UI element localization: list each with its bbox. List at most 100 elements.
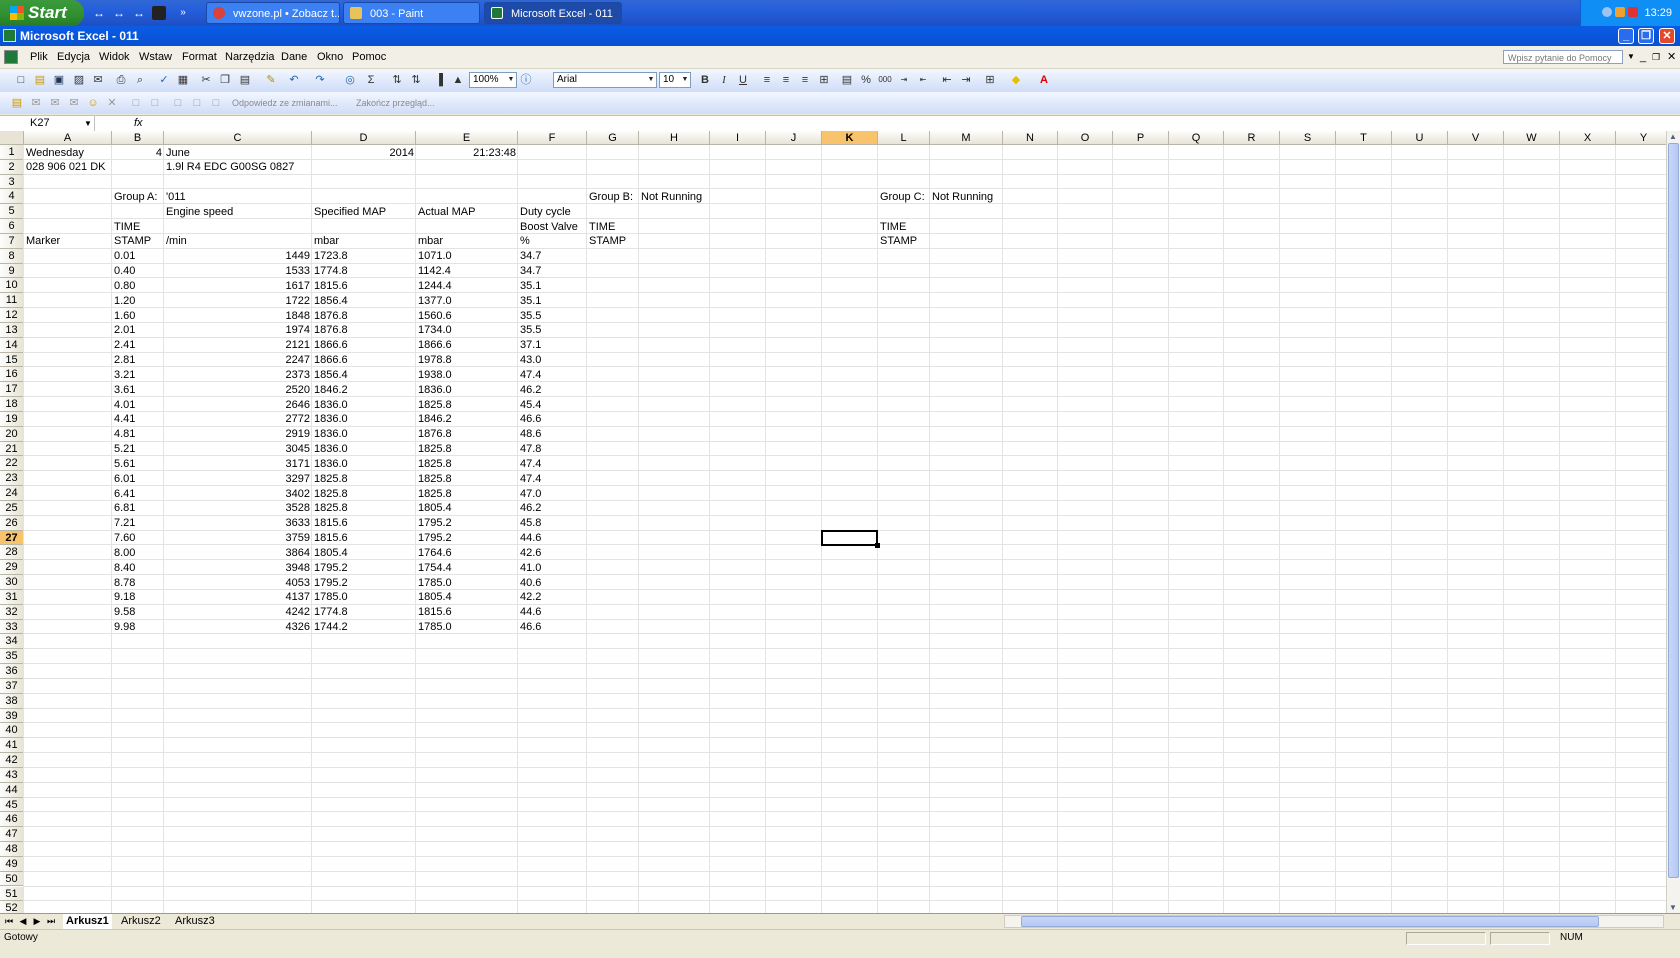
- review-folder-icon[interactable]: ▤: [10, 96, 24, 110]
- prev-sheet-icon[interactable]: ◀: [17, 915, 29, 927]
- row-header[interactable]: 10: [0, 278, 24, 294]
- cell-b19[interactable]: 4.41: [112, 412, 137, 426]
- italic-button[interactable]: I: [717, 73, 731, 87]
- cell-c11[interactable]: 1722: [164, 294, 312, 308]
- column-header-m[interactable]: M: [930, 131, 1003, 145]
- column-header-l[interactable]: L: [878, 131, 930, 145]
- cell-c17[interactable]: 2520: [164, 383, 312, 397]
- font-size-select[interactable]: 10 ▼: [659, 72, 691, 88]
- row-header[interactable]: 5: [0, 204, 24, 220]
- cell-e27[interactable]: 1795.2: [416, 531, 454, 545]
- cell-e8[interactable]: 1071.0: [416, 249, 454, 263]
- row-header[interactable]: 17: [0, 382, 24, 398]
- cell-m4[interactable]: Not Running: [930, 190, 995, 204]
- cell-c4[interactable]: '011: [164, 190, 188, 204]
- cell-f7[interactable]: %: [518, 234, 532, 248]
- cell-f30[interactable]: 40.6: [518, 576, 543, 590]
- menu-wstaw[interactable]: Wstaw: [139, 46, 172, 68]
- cell-b15[interactable]: 2.81: [112, 353, 137, 367]
- cell-f10[interactable]: 35.1: [518, 279, 543, 293]
- cell-d29[interactable]: 1795.2: [312, 561, 350, 575]
- cell-f29[interactable]: 41.0: [518, 561, 543, 575]
- menu-okno[interactable]: Okno: [317, 46, 343, 68]
- decrease-decimal-icon[interactable]: ⇤: [916, 73, 930, 87]
- cell-f25[interactable]: 46.2: [518, 501, 543, 515]
- row-header[interactable]: 31: [0, 589, 24, 605]
- cell-c18[interactable]: 2646: [164, 398, 312, 412]
- cell-d31[interactable]: 1785.0: [312, 590, 350, 604]
- cell-f16[interactable]: 47.4: [518, 368, 543, 382]
- cell-c25[interactable]: 3528: [164, 501, 312, 515]
- cell-f5[interactable]: Duty cycle: [518, 205, 573, 219]
- cell-e29[interactable]: 1754.4: [416, 561, 454, 575]
- row-header[interactable]: 49: [0, 856, 24, 872]
- cell-f24[interactable]: 47.0: [518, 487, 543, 501]
- cell-b32[interactable]: 9.58: [112, 605, 137, 619]
- print-preview-icon[interactable]: ⌕: [133, 73, 147, 87]
- cell-l7[interactable]: STAMP: [878, 234, 919, 248]
- cell-f17[interactable]: 46.2: [518, 383, 543, 397]
- sort-descending-icon[interactable]: ⇅: [409, 73, 423, 87]
- print-icon[interactable]: ⎙: [114, 73, 128, 87]
- cell-f27[interactable]: 44.6: [518, 531, 543, 545]
- cell-b4[interactable]: Group A:: [112, 190, 159, 204]
- cell-d30[interactable]: 1795.2: [312, 576, 350, 590]
- cell-e20[interactable]: 1876.8: [416, 427, 454, 441]
- cell-f32[interactable]: 44.6: [518, 605, 543, 619]
- cell-f6[interactable]: Boost Valve: [518, 220, 580, 234]
- bold-button[interactable]: B: [698, 73, 712, 87]
- start-button[interactable]: Start: [0, 0, 84, 26]
- decrease-indent-icon[interactable]: ⇤: [940, 73, 954, 87]
- cell-b10[interactable]: 0.80: [112, 279, 137, 293]
- cell-d27[interactable]: 1815.6: [312, 531, 350, 545]
- spreadsheet-grid[interactable]: ABCDEFGHIJKLMNOPQRSTUVWXY 1 2 3 4 5 6 7 8 9 10 11 1…: [0, 131, 1666, 914]
- column-header-p[interactable]: P: [1113, 131, 1169, 145]
- row-header[interactable]: 50: [0, 871, 24, 887]
- row-header[interactable]: 15: [0, 352, 24, 368]
- cell-e14[interactable]: 1866.6: [416, 338, 454, 352]
- cell-d16[interactable]: 1856.4: [312, 368, 350, 382]
- cell-e16[interactable]: 1938.0: [416, 368, 454, 382]
- row-header[interactable]: 27: [0, 530, 24, 546]
- cell-c2[interactable]: 1.9l R4 EDC G00SG 0827: [164, 160, 296, 174]
- row-header[interactable]: 32: [0, 604, 24, 620]
- cell-b31[interactable]: 9.18: [112, 590, 137, 604]
- cell-e31[interactable]: 1805.4: [416, 590, 454, 604]
- doc-minimize-button[interactable]: _: [1640, 46, 1646, 68]
- row-header[interactable]: 47: [0, 827, 24, 842]
- row-header[interactable]: 37: [0, 678, 24, 694]
- cell-d15[interactable]: 1866.6: [312, 353, 350, 367]
- cell-d14[interactable]: 1866.6: [312, 338, 350, 352]
- cell-d24[interactable]: 1825.8: [312, 487, 350, 501]
- cell-g7[interactable]: STAMP: [587, 234, 628, 248]
- fill-color-icon[interactable]: ◆: [1009, 73, 1023, 87]
- fx-icon[interactable]: fx: [134, 116, 143, 131]
- cell-f15[interactable]: 43.0: [518, 353, 543, 367]
- format-painter-icon[interactable]: ✎: [264, 73, 278, 87]
- antivirus-icon[interactable]: [1628, 7, 1639, 17]
- column-header-y[interactable]: Y: [1616, 131, 1666, 145]
- next-sheet-icon[interactable]: ▶: [31, 915, 43, 927]
- row-header[interactable]: 48: [0, 842, 24, 857]
- merge-center-icon[interactable]: ⊞: [817, 73, 831, 87]
- cell-d11[interactable]: 1856.4: [312, 294, 350, 308]
- row-header[interactable]: 38: [0, 693, 24, 709]
- horizontal-scroll-thumb[interactable]: [1021, 916, 1599, 927]
- row-header[interactable]: 4: [0, 189, 24, 205]
- cell-b18[interactable]: 4.01: [112, 398, 137, 412]
- row-header[interactable]: 24: [0, 486, 24, 501]
- end-review-button[interactable]: Zakończ przegląd...: [356, 94, 435, 112]
- column-header-h[interactable]: H: [639, 131, 710, 145]
- row-header[interactable]: 11: [0, 293, 24, 309]
- column-header-u[interactable]: U: [1392, 131, 1448, 145]
- sheet-tab-arkusz2[interactable]: Arkusz2: [118, 914, 164, 928]
- cell-e5[interactable]: Actual MAP: [416, 205, 477, 219]
- cell-f14[interactable]: 37.1: [518, 338, 543, 352]
- cell-e10[interactable]: 1244.4: [416, 279, 454, 293]
- horizontal-scrollbar[interactable]: [1004, 915, 1664, 928]
- column-header-a[interactable]: A: [24, 131, 112, 145]
- minimize-button[interactable]: _: [1618, 28, 1634, 44]
- cell-e18[interactable]: 1825.8: [416, 398, 454, 412]
- cell-b22[interactable]: 5.61: [112, 457, 137, 471]
- cell-d32[interactable]: 1774.8: [312, 605, 350, 619]
